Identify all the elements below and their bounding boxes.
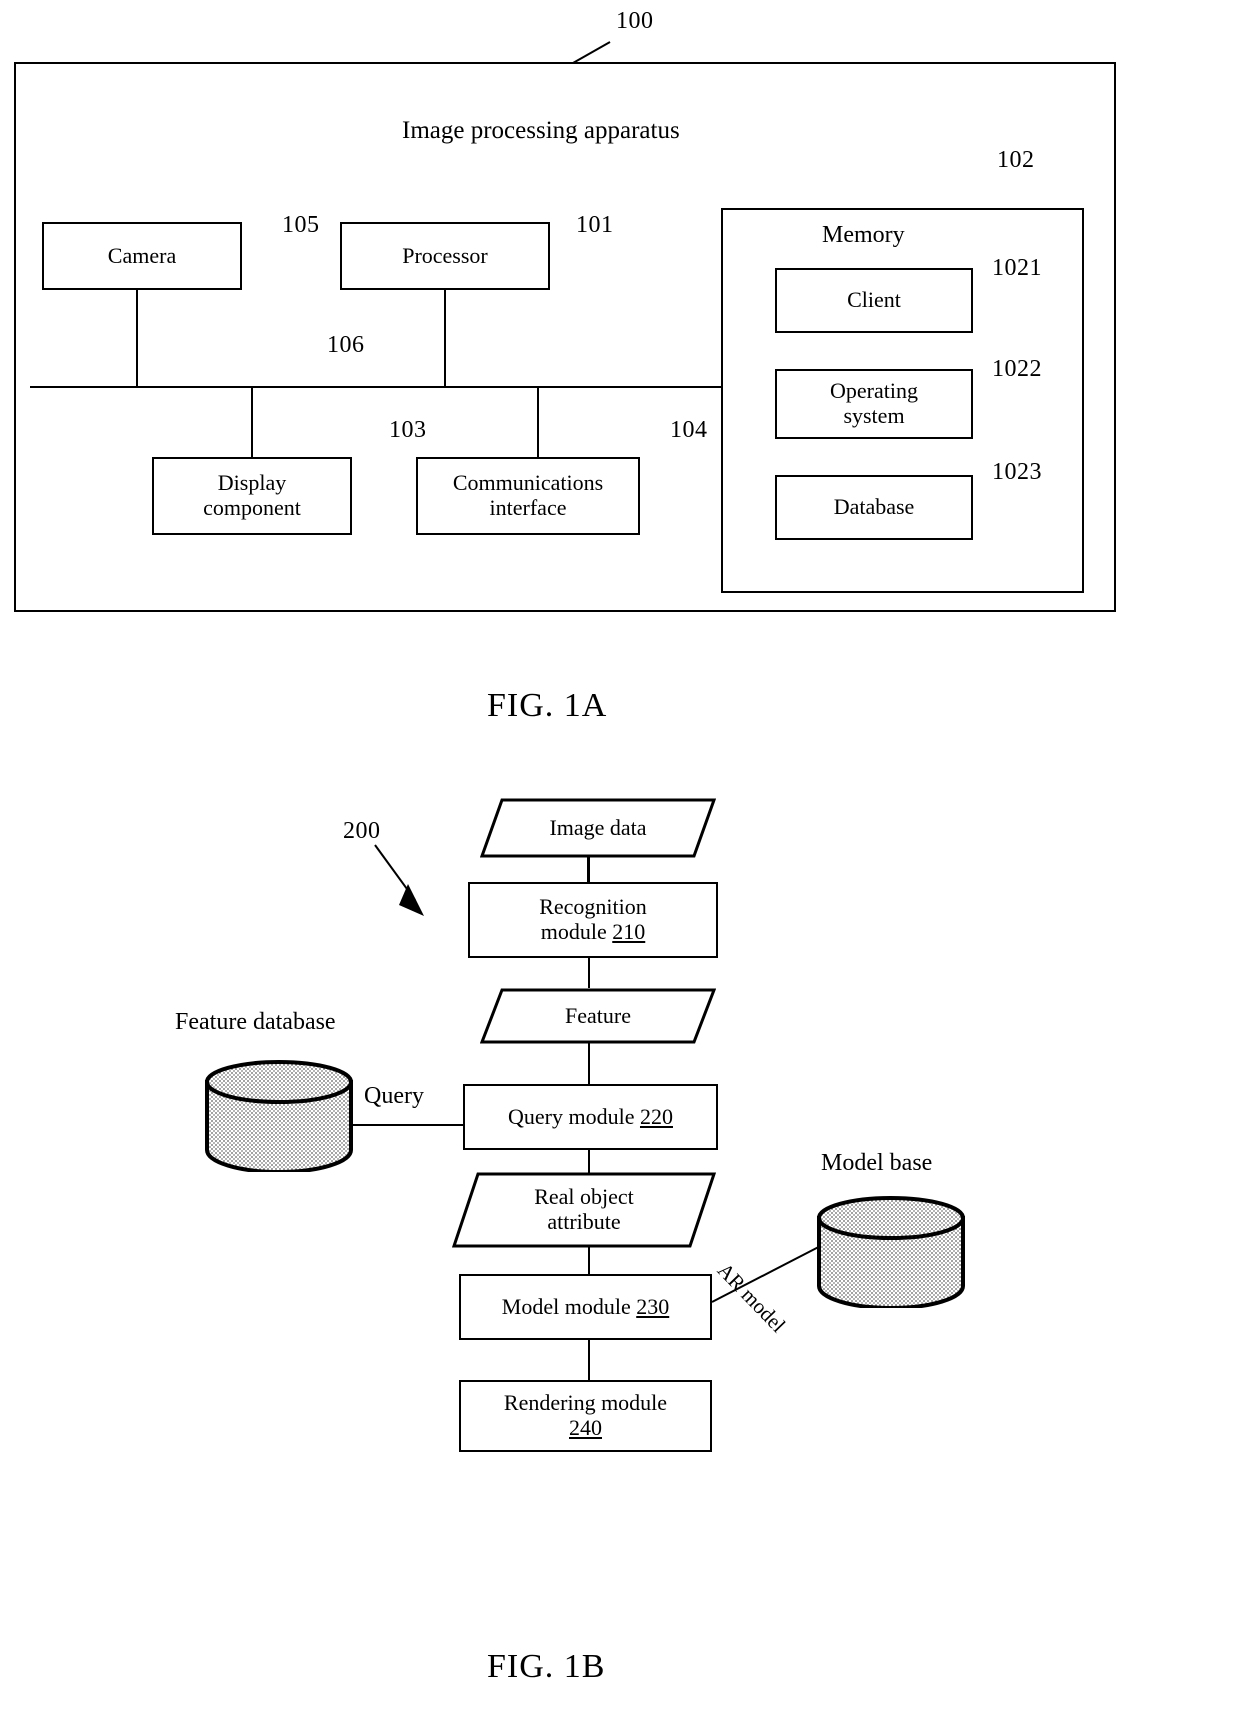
display-bus-connector (251, 387, 253, 459)
real-object-attribute-label: Real object attribute (534, 1185, 634, 1234)
image-processing-apparatus-container: Image processing apparatus Camera Proces… (14, 62, 1116, 612)
ref-number-104: 104 (670, 417, 708, 443)
image-data-to-recognition-connector (588, 856, 590, 882)
communications-interface-label-line2: interface (489, 495, 567, 520)
model-base-cylinder-shape (817, 1196, 965, 1310)
query-module-number: 220 (639, 1103, 673, 1129)
operating-system-label-line1: Operating (830, 378, 918, 404)
feature-node: Feature (480, 988, 716, 1044)
feature-to-query-connector (588, 1042, 590, 1084)
communications-interface-block: Communications interface (416, 457, 640, 535)
ref-number-101: 101 (576, 212, 614, 238)
ref-number-1023: 1023 (992, 459, 1042, 485)
ref-number-103: 103 (389, 417, 427, 443)
feature-database-label: Feature database (175, 1009, 336, 1035)
rendering-module-node: Rendering module 240 (459, 1380, 712, 1452)
rendering-module-label-line1: Rendering module (503, 1390, 668, 1416)
recognition-to-feature-connector (588, 958, 590, 988)
database-label: Database (833, 494, 915, 520)
ref-number-100: 100 (616, 8, 654, 34)
camera-block: Camera (42, 222, 242, 290)
display-component-label-line2: component (203, 495, 301, 520)
feature-database-cylinder-shape (205, 1060, 353, 1174)
recognition-module-node: Recognition module 210 (468, 882, 718, 958)
client-label: Client (847, 287, 901, 313)
rendering-module-number: 240 (569, 1415, 602, 1440)
query-to-real-object-connector (588, 1150, 590, 1174)
processor-bus-connector (444, 290, 446, 387)
query-module-label: Query module 220 (508, 1103, 673, 1129)
ref-number-1022: 1022 (992, 356, 1042, 382)
operating-system-label-line2: system (843, 403, 905, 428)
system-bus-line (30, 386, 730, 388)
feature-database-cylinder (203, 1060, 355, 1174)
real-object-attribute-node: Real object attribute (452, 1172, 716, 1248)
ref-number-102: 102 (997, 147, 1035, 173)
processor-block: Processor (340, 222, 550, 290)
communications-bus-connector (537, 387, 539, 459)
model-base-label: Model base (821, 1150, 933, 1176)
camera-bus-connector (136, 290, 138, 387)
fig1b-caption: FIG. 1B (487, 1648, 606, 1685)
fig1a-title: Image processing apparatus (402, 117, 680, 144)
real-object-to-model-connector (588, 1246, 590, 1274)
fig1a-caption: FIG. 1A (487, 687, 608, 724)
model-module-number: 230 (636, 1293, 670, 1319)
recognition-module-label-line1: Recognition (539, 894, 647, 920)
model-to-rendering-connector (588, 1340, 590, 1380)
ref-number-106: 106 (327, 332, 365, 358)
display-component-label-line1: Display (217, 470, 287, 496)
real-object-attribute-label-line2: attribute (547, 1209, 621, 1234)
model-base-cylinder (815, 1196, 967, 1310)
model-module-node: Model module 230 (459, 1274, 712, 1340)
real-object-attribute-label-line1: Real object (534, 1184, 634, 1210)
recognition-module-label-line2: module 210 (540, 919, 646, 944)
database-block: Database (775, 475, 973, 540)
image-data-node: Image data (480, 798, 716, 858)
ref-number-105: 105 (282, 212, 320, 238)
camera-label: Camera (107, 242, 177, 268)
feature-label: Feature (565, 1002, 631, 1028)
query-edge-label: Query (364, 1083, 424, 1109)
processor-label: Processor (402, 242, 488, 268)
recognition-module-number: 210 (612, 919, 646, 944)
ref-number-200: 200 (343, 818, 381, 844)
memory-label: Memory (822, 222, 905, 248)
model-module-label: Model module 230 (501, 1293, 670, 1319)
ref-number-1021: 1021 (992, 255, 1042, 281)
client-block: Client (775, 268, 973, 333)
ar-model-edge-label: AR model (712, 1258, 791, 1338)
image-data-label: Image data (549, 814, 647, 840)
communications-interface-label-line1: Communications (452, 470, 604, 496)
query-module-node: Query module 220 (463, 1084, 718, 1150)
display-component-block: Display component (152, 457, 352, 535)
operating-system-block: Operating system (775, 369, 973, 439)
